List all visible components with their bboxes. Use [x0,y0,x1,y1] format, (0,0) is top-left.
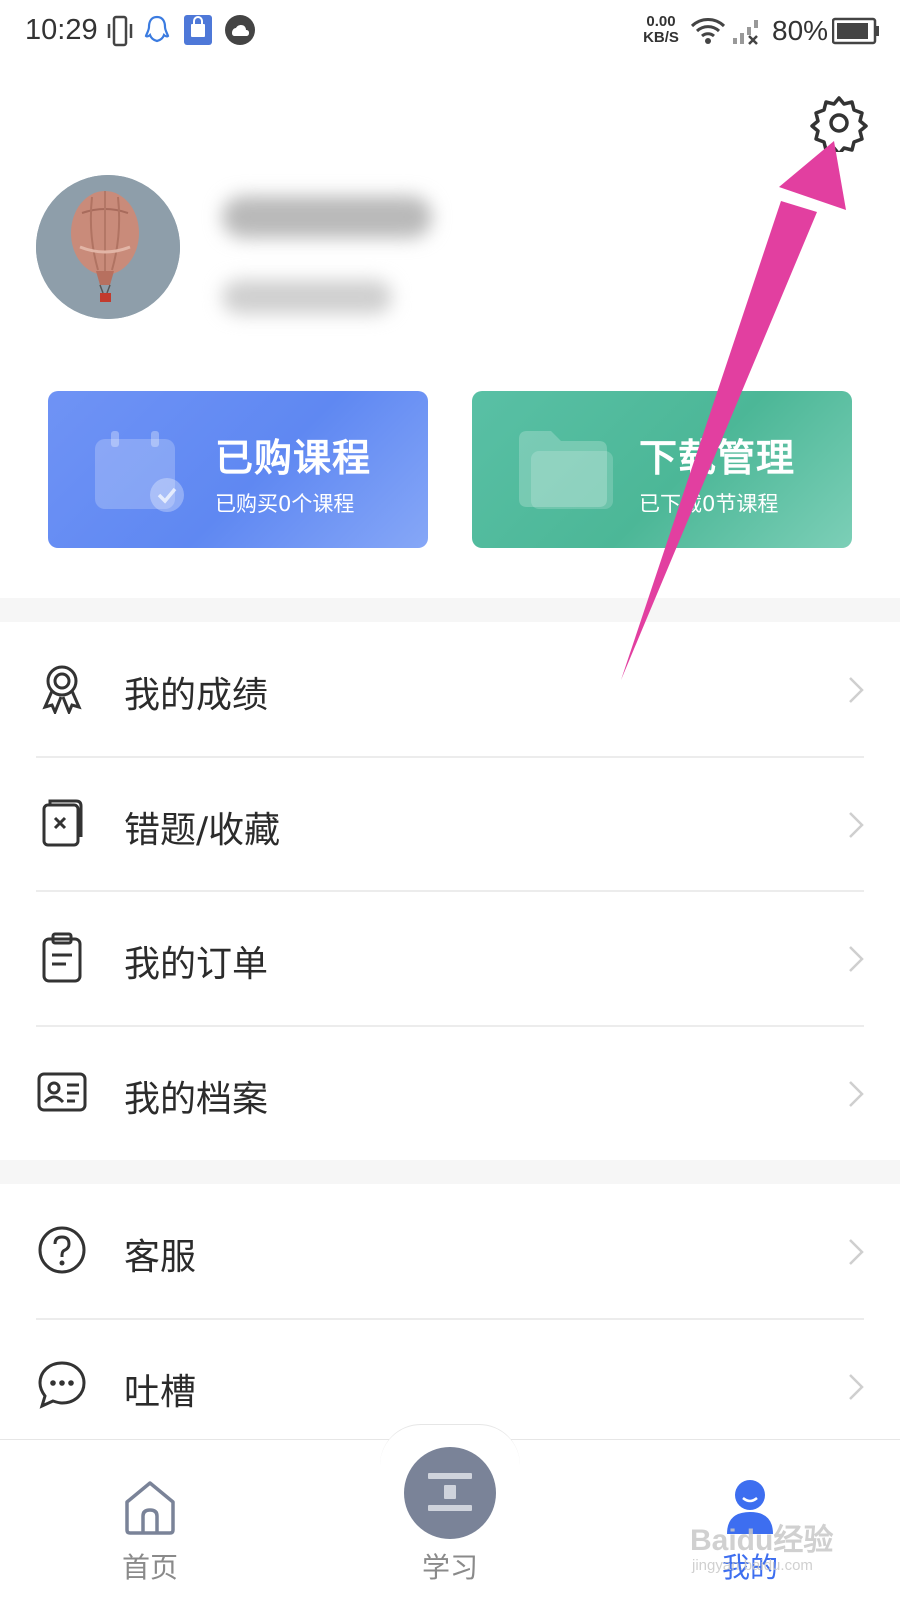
folder-icon [519,431,613,509]
qq-icon [144,15,170,43]
menu-item-mistakes-favorites[interactable]: 错题/收藏 [0,757,900,891]
card-subtitle: 已购买0个课程 [215,492,355,516]
menu-item-customer-service[interactable]: 客服 [0,1184,900,1318]
clipboard-icon [42,932,82,983]
menu-label: 我的订单 [124,944,269,985]
home-icon [125,1481,175,1535]
watermark-url: jingyan.baidu.com [692,1557,813,1574]
status-bar: 10:29 0.00 KB/S 80% [0,0,900,64]
net-speed-value: 0.00 [646,13,676,30]
menu-label: 吐槽 [124,1372,197,1413]
user-info-blurred [222,280,392,314]
menu-label: 我的档案 [124,1079,269,1120]
no-signal-icon [733,20,758,45]
purchased-courses-card[interactable]: 已购课程 已购买0个课程 [48,391,428,548]
chevron-right-icon [849,1239,864,1265]
nav-label: 学习 [421,1551,478,1584]
menu-label: 错题/收藏 [124,810,281,851]
avatar[interactable] [36,175,180,319]
nav-home[interactable]: 首页 [90,1470,210,1590]
vibrate-icon [107,15,133,47]
menu-label: 我的成绩 [124,675,269,716]
balloon-image [36,175,180,319]
menu-item-orders[interactable]: 我的订单 [0,891,900,1025]
chevron-right-icon [849,946,864,972]
award-ribbon-icon [42,665,82,714]
battery-icon [832,17,879,45]
nav-study[interactable]: 学习 [390,1447,510,1597]
section-gap [0,1160,900,1184]
chevron-right-icon [849,677,864,703]
wrong-bookmark-icon [42,799,83,847]
battery-percent: 80% [772,15,829,46]
card-title: 已购课程 [215,436,372,480]
status-time: 10:29 [25,14,98,46]
question-circle-icon [38,1226,86,1274]
username-blurred [222,196,432,238]
id-card-icon [37,1072,87,1112]
gear-icon[interactable] [810,94,868,152]
nav-label: 首页 [121,1551,178,1584]
menu-item-profile-records[interactable]: 我的档案 [0,1026,900,1160]
cloud-icon [225,15,255,45]
study-icon [404,1447,496,1539]
card-title: 下载管理 [639,436,796,480]
wifi-icon [690,18,726,44]
menu-label: 客服 [124,1237,197,1278]
watermark: Baidu经验 [690,1524,834,1557]
chevron-right-icon [849,1374,864,1400]
chat-bubble-icon [38,1361,86,1409]
card-subtitle: 已下载0节课程 [639,492,779,516]
shopping-bag-icon [184,15,212,45]
net-speed: 0.00 KB/S [640,14,682,46]
net-speed-unit: KB/S [643,29,679,46]
section-gap [0,598,900,622]
chevron-right-icon [849,1081,864,1107]
chevron-right-icon [849,812,864,838]
calendar-check-icon [95,431,184,512]
menu-item-grades[interactable]: 我的成绩 [0,622,900,756]
download-management-card[interactable]: 下载管理 已下载0节课程 [472,391,852,548]
